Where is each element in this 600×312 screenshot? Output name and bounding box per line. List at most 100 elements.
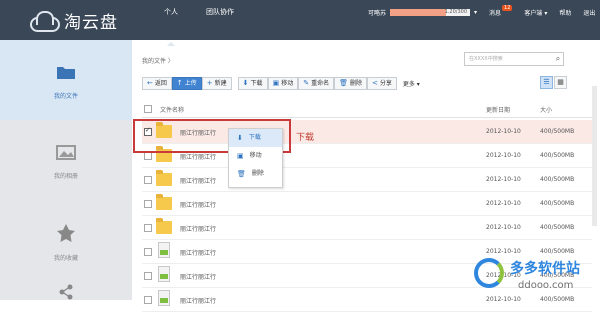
download-icon: ⬇ [237, 134, 243, 142]
file-name[interactable]: 丽江行丽江行 [180, 272, 216, 281]
table-row[interactable]: 丽江行丽江行 2012-10-10 400/500MB [142, 168, 592, 192]
grid-view-icon[interactable]: ▦ [554, 76, 567, 89]
messages-link[interactable]: 消息 [489, 8, 501, 17]
folder-icon [0, 64, 132, 85]
row-checkbox[interactable] [144, 176, 152, 184]
watermark-text: 多多软件站 [510, 261, 580, 277]
file-date: 2012-10-10 [486, 224, 521, 231]
rename-button[interactable]: ✎ 重命名 [298, 76, 335, 90]
file-size: 400/500MB [540, 152, 575, 159]
menu-label: 删除 [251, 170, 264, 177]
cloud-icon [28, 11, 60, 32]
sidebar-item-my-files[interactable]: 我的文件 [0, 40, 132, 120]
share-button[interactable]: < 分享 [367, 76, 397, 90]
upload-icon: ↑ [176, 78, 183, 87]
file-size: 400/500MB [540, 128, 575, 135]
row-checkbox[interactable] [144, 224, 152, 232]
row-checkbox[interactable] [144, 200, 152, 208]
app-name: 淘云盘 [64, 12, 118, 33]
context-download[interactable]: ⬇ 下载 [229, 129, 282, 147]
move-icon: ▣ [272, 78, 280, 87]
file-size: 400/500MB [540, 200, 575, 207]
file-date: 2012-10-10 [486, 152, 521, 159]
storage-quota: 1.20/300 [390, 8, 471, 16]
breadcrumb[interactable]: 我的文件 〉 [142, 56, 174, 65]
table-row[interactable]: 丽江行丽江行 2012-10-10 400/500MB [142, 192, 592, 216]
watermark-logo-icon [474, 258, 504, 288]
button-label: 返回 [154, 79, 167, 87]
button-label: 分享 [379, 79, 392, 87]
move-button[interactable]: ▣ 移动 [267, 76, 299, 90]
row-checkbox[interactable] [144, 296, 152, 304]
trash-icon: 🗑 [237, 170, 246, 178]
move-icon: ▣ [237, 152, 244, 160]
folder-icon [156, 170, 172, 186]
file-name[interactable]: 丽江行丽江行 [180, 296, 216, 305]
context-menu: ⬇ 下载 ▣ 移动 🗑 删除 [228, 128, 283, 188]
sidebar-item-my-photos[interactable]: 我的相册 [0, 120, 132, 200]
back-button[interactable]: ← 返回 [142, 76, 172, 90]
scrollbar[interactable] [592, 86, 597, 226]
quota-chevron-icon[interactable]: ▾ [474, 9, 477, 16]
file-date: 2012-10-10 [486, 200, 521, 207]
plus-icon: + [206, 78, 213, 87]
main-nav: 个人 团队协作 [150, 0, 248, 46]
image-file-icon [158, 290, 170, 306]
context-delete[interactable]: 🗑 删除 [229, 165, 282, 183]
more-menu[interactable]: 更多 ▾ [403, 79, 420, 88]
toolbar: ← 返回 ↑ 上传 + 新建 ⬇ 下载 ▣ 移动 ✎ 重命名 🗑 删除 < 分享 更多 ▾ [142, 76, 420, 90]
column-name[interactable]: 文件名称 [160, 105, 184, 114]
column-size[interactable]: 大小 [540, 105, 552, 114]
row-checkbox[interactable] [144, 248, 152, 256]
sidebar-item-label: 我的文件 [53, 93, 78, 100]
button-label: 移动 [281, 79, 294, 87]
image-file-icon [158, 242, 170, 258]
messages-badge: 12 [502, 5, 513, 11]
file-name[interactable]: 丽江行丽江行 [180, 224, 216, 233]
app-logo[interactable]: 淘云盘 [28, 8, 128, 33]
button-label: 上传 [184, 79, 197, 87]
folder-icon [156, 194, 172, 210]
column-date[interactable]: 更新日期 [486, 105, 510, 114]
quota-text: 1.20/300 [444, 8, 468, 15]
table-row[interactable]: 丽江行丽江行 2012-10-10 400/500MB [142, 216, 592, 240]
file-name[interactable]: 丽江行丽江行 [180, 248, 216, 257]
menu-label: 移动 [249, 152, 262, 159]
file-size: 400/500MB [540, 176, 575, 183]
table-header: 文件名称 更新日期 大小 [142, 102, 592, 118]
upload-button[interactable]: ↑ 上传 [171, 76, 202, 90]
help-link[interactable]: 帮助 [559, 8, 571, 17]
search-input[interactable]: 在XXXX中搜索 [464, 52, 564, 66]
button-label: 新建 [214, 79, 227, 87]
sidebar-item-my-favorites[interactable]: 我的收藏 [0, 200, 132, 280]
download-button[interactable]: ⬇ 下载 [237, 76, 268, 90]
file-size: 400/500MB [540, 224, 575, 231]
row-checkbox[interactable] [144, 272, 152, 280]
share-icon [0, 284, 132, 305]
logout-link[interactable]: 退出 [583, 8, 595, 17]
row-checkbox[interactable] [144, 152, 152, 160]
context-move[interactable]: ▣ 移动 [229, 147, 282, 165]
new-button[interactable]: + 新建 [201, 76, 232, 90]
button-label: 删除 [349, 79, 362, 87]
nav-personal[interactable]: 个人 [150, 0, 192, 46]
file-name[interactable]: 丽江行丽江行 [180, 200, 216, 209]
pencil-icon: ✎ [303, 78, 310, 87]
file-name[interactable]: 丽江行丽江行 [180, 152, 216, 161]
select-all-checkbox[interactable] [144, 105, 152, 113]
sidebar-item-label: 我的相册 [53, 173, 78, 180]
username[interactable]: 可略苏 [368, 8, 386, 17]
annotation-label: 下载 [296, 133, 315, 143]
nav-team[interactable]: 团队协作 [192, 0, 248, 40]
trash-icon: 🗑 [339, 78, 348, 87]
sidebar-item-label: 我的收藏 [53, 255, 78, 262]
top-bar: 淘云盘 个人 团队协作 可略苏 1.20/300 ▾ 消息 12 客户端 ▾ 帮… [0, 0, 600, 46]
file-name[interactable]: 丽江行丽江行 [180, 176, 216, 185]
sidebar-item-share[interactable] [0, 280, 132, 300]
sidebar: 我的文件 我的相册 我的收藏 [0, 40, 132, 300]
list-view-icon[interactable]: ☰ [540, 76, 553, 89]
image-file-icon [158, 266, 170, 282]
delete-button[interactable]: 🗑 删除 [334, 76, 367, 90]
search-icon[interactable]: ⌕ [552, 53, 564, 65]
client-menu[interactable]: 客户端 ▾ [524, 8, 547, 17]
